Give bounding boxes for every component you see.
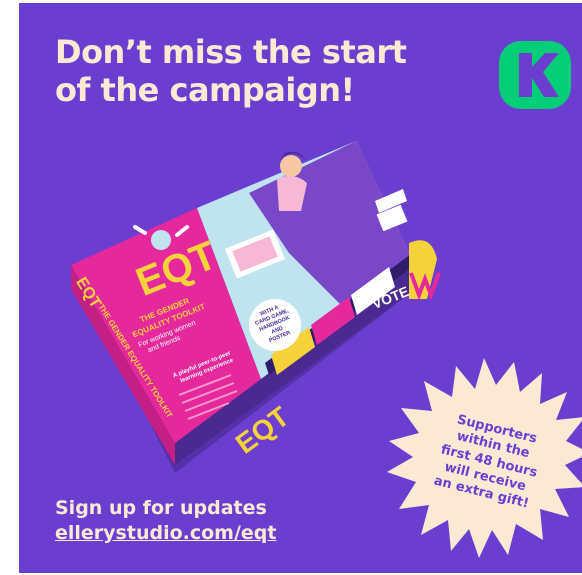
signup-url-link[interactable]: ellerystudio.com/eqt bbox=[55, 521, 276, 546]
signup-label: Sign up for updates bbox=[55, 497, 267, 519]
signup-cta: Sign up for updates ellerystudio.com/eqt bbox=[55, 496, 276, 545]
campaign-poster: Don’t miss the start of the campaign! EQ… bbox=[19, 3, 582, 573]
